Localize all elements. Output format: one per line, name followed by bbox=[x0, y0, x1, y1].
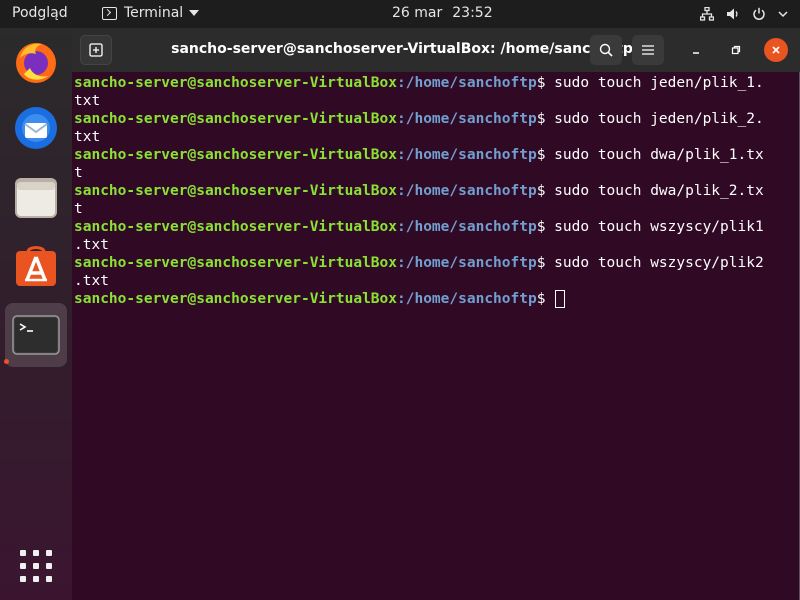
app-menu-label: Terminal bbox=[124, 5, 184, 21]
command-text: sudo touch dwa/plik_2.tx bbox=[554, 183, 764, 199]
system-tray[interactable] bbox=[700, 0, 800, 28]
network-icon bbox=[700, 7, 714, 21]
app-menu[interactable]: Terminal bbox=[102, 5, 200, 21]
search-button[interactable] bbox=[590, 35, 622, 65]
command-text: sudo touch wszyscy/plik1 bbox=[554, 219, 764, 235]
dock-item-firefox[interactable] bbox=[6, 32, 66, 92]
prompt-user-host: sancho-server@sanchoserver-VirtualBox bbox=[74, 255, 398, 271]
minimize-button[interactable] bbox=[684, 35, 708, 65]
command-wrap: .txt bbox=[74, 237, 109, 253]
maximize-button[interactable] bbox=[724, 35, 748, 65]
prompt-symbol: $ bbox=[536, 255, 555, 271]
terminal-line: sancho-server@sanchoserver-VirtualBox:/h… bbox=[74, 146, 796, 182]
prompt-symbol: $ bbox=[536, 219, 555, 235]
command-wrap: .txt bbox=[74, 273, 109, 289]
terminal-line: sancho-server@sanchoserver-VirtualBox:/h… bbox=[74, 110, 796, 146]
command-text: sudo touch dwa/plik_1.tx bbox=[554, 147, 764, 163]
prompt-user-host: sancho-server@sanchoserver-VirtualBox bbox=[74, 75, 398, 91]
files-icon bbox=[15, 178, 57, 218]
hamburger-icon bbox=[642, 45, 654, 55]
caret-down-icon bbox=[189, 10, 200, 16]
dock-item-software[interactable] bbox=[6, 235, 66, 295]
terminal-icon bbox=[12, 315, 60, 355]
terminal-line: sancho-server@sanchoserver-VirtualBox:/h… bbox=[74, 182, 796, 218]
dock-item-thunderbird[interactable] bbox=[6, 98, 66, 158]
prompt-symbol: $ bbox=[536, 291, 555, 307]
prompt-user-host: sancho-server@sanchoserver-VirtualBox bbox=[74, 147, 398, 163]
dock-item-files[interactable] bbox=[6, 167, 66, 227]
minimize-icon bbox=[693, 52, 699, 54]
menu-button[interactable] bbox=[632, 35, 664, 65]
prompt-path: :/home/sanchoftp bbox=[397, 255, 537, 271]
active-prompt-line[interactable]: sancho-server@sanchoserver-VirtualBox:/h… bbox=[74, 290, 796, 308]
prompt-user-host: sancho-server@sanchoserver-VirtualBox bbox=[74, 183, 398, 199]
dock-item-terminal[interactable] bbox=[5, 303, 67, 367]
command-text: sudo touch jeden/plik_1. bbox=[554, 75, 764, 91]
volume-icon bbox=[726, 7, 740, 21]
prompt-user-host: sancho-server@sanchoserver-VirtualBox bbox=[74, 291, 398, 307]
prompt-path: :/home/sanchoftp bbox=[397, 111, 537, 127]
command-wrap: t bbox=[74, 201, 83, 217]
prompt-path: :/home/sanchoftp bbox=[397, 147, 537, 163]
clock-time: 23:52 bbox=[452, 5, 493, 21]
prompt-user-host: sancho-server@sanchoserver-VirtualBox bbox=[74, 111, 398, 127]
show-applications-icon[interactable] bbox=[20, 550, 52, 582]
top-bar: Podgląd Terminal 26 mar 23:52 bbox=[0, 0, 800, 28]
terminal-window: sancho-server@sanchoserver-VirtualBox: /… bbox=[72, 28, 800, 600]
close-icon bbox=[772, 46, 780, 54]
prompt-symbol: $ bbox=[536, 111, 555, 127]
activities-button[interactable]: Podgląd bbox=[12, 5, 68, 21]
clock-date: 26 mar bbox=[392, 5, 443, 21]
firefox-icon bbox=[16, 43, 56, 83]
running-indicator bbox=[4, 359, 9, 364]
power-icon bbox=[752, 7, 766, 21]
dock bbox=[0, 28, 72, 600]
terminal-small-icon bbox=[102, 6, 117, 20]
terminal-line: sancho-server@sanchoserver-VirtualBox:/h… bbox=[74, 254, 796, 290]
text-cursor bbox=[555, 290, 566, 308]
command-text: sudo touch wszyscy/plik2 bbox=[554, 255, 764, 271]
search-icon bbox=[599, 43, 613, 57]
command-wrap: txt bbox=[74, 93, 101, 109]
prompt-symbol: $ bbox=[536, 147, 555, 163]
prompt-path: :/home/sanchoftp bbox=[397, 219, 537, 235]
prompt-symbol: $ bbox=[536, 183, 555, 199]
terminal-line: sancho-server@sanchoserver-VirtualBox:/h… bbox=[74, 74, 796, 110]
command-wrap: txt bbox=[74, 129, 101, 145]
terminal-line: sancho-server@sanchoserver-VirtualBox:/h… bbox=[74, 218, 796, 254]
command-text: sudo touch jeden/plik_2. bbox=[554, 111, 764, 127]
thunderbird-icon bbox=[15, 107, 57, 149]
clock[interactable]: 26 mar 23:52 bbox=[392, 5, 493, 21]
command-wrap: t bbox=[74, 165, 83, 181]
title-bar[interactable]: sancho-server@sanchoserver-VirtualBox: /… bbox=[72, 28, 800, 72]
close-button[interactable] bbox=[764, 38, 788, 62]
terminal-output[interactable]: sancho-server@sanchoserver-VirtualBox:/h… bbox=[74, 74, 796, 308]
restore-icon bbox=[731, 45, 741, 55]
chevron-down-icon bbox=[778, 10, 788, 18]
prompt-symbol: $ bbox=[536, 75, 555, 91]
prompt-path: :/home/sanchoftp bbox=[397, 75, 537, 91]
prompt-path: :/home/sanchoftp bbox=[397, 291, 537, 307]
prompt-user-host: sancho-server@sanchoserver-VirtualBox bbox=[74, 219, 398, 235]
ubuntu-software-icon bbox=[16, 246, 56, 286]
prompt-path: :/home/sanchoftp bbox=[397, 183, 537, 199]
